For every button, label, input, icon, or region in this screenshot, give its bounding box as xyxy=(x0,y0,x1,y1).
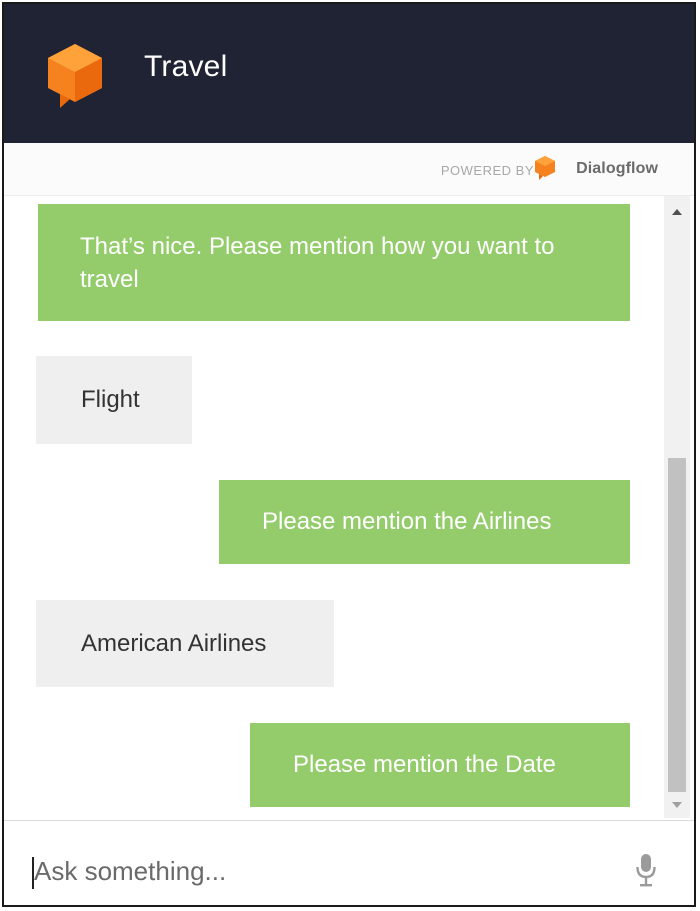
message-text: Please mention the Date xyxy=(293,751,556,778)
agent-message: That’s nice. Please mention how you want… xyxy=(38,204,630,321)
scroll-up-arrow-icon[interactable] xyxy=(672,209,682,215)
chat-widget: Travel POWERED BY Dialogflow That’s nice… xyxy=(2,2,696,907)
user-message: American Airlines xyxy=(36,600,334,687)
input-bar xyxy=(4,820,694,905)
chat-header: Travel xyxy=(4,4,694,143)
scroll-down-arrow-icon[interactable] xyxy=(672,802,682,808)
powered-by-label: POWERED BY xyxy=(440,163,534,178)
message-list[interactable]: That’s nice. Please mention how you want… xyxy=(4,196,666,818)
message-input[interactable] xyxy=(34,849,594,893)
dialogflow-brand-name: Dialogflow xyxy=(576,160,658,177)
chat-scrollbar[interactable] xyxy=(664,196,690,818)
dialogflow-cube-icon xyxy=(48,44,102,108)
message-text: That’s nice. Please mention how you want… xyxy=(80,233,555,293)
scrollbar-thumb[interactable] xyxy=(668,458,686,792)
message-text: Please mention the Airlines xyxy=(262,508,552,535)
user-message: Flight xyxy=(36,356,192,444)
microphone-icon[interactable] xyxy=(636,853,656,887)
dialogflow-logo-icon xyxy=(535,156,555,180)
message-text: American Airlines xyxy=(81,630,267,657)
agent-message: Please mention the Airlines xyxy=(219,480,630,564)
powered-by-bar: POWERED BY Dialogflow xyxy=(4,143,694,196)
agent-message: Please mention the Date xyxy=(250,723,630,807)
message-text: Flight xyxy=(81,386,140,413)
chat-title: Travel xyxy=(144,50,228,83)
